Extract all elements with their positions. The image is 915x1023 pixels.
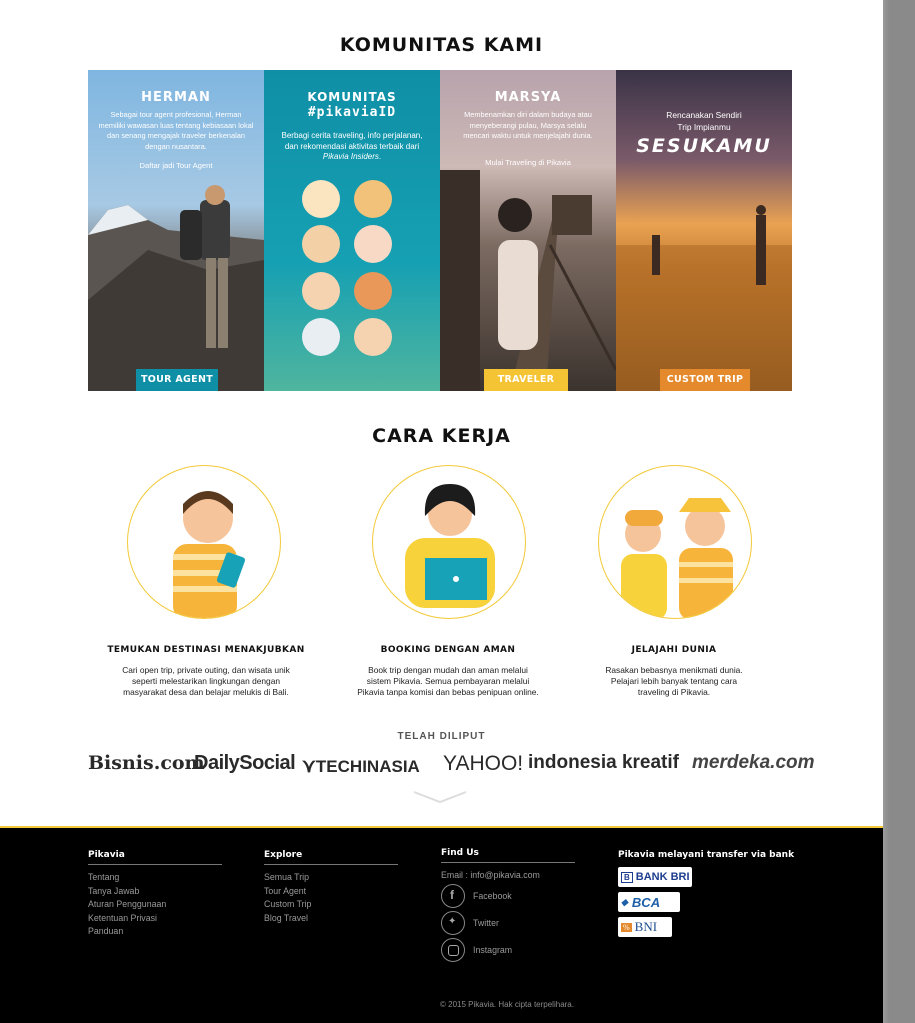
footer-link-tanya-jawab[interactable]: Tanya Jawab [88,885,222,899]
step-description: Cari open trip, private outing, dan wisa… [122,665,290,697]
become-agent-link[interactable]: Daftar jadi Tour Agent [88,161,264,170]
sesukamu-label: SESUKAMU [636,135,772,157]
plan-line-2: Trip Impianmu [677,122,731,132]
footer-link-tour-agent[interactable]: Tour Agent [264,885,398,899]
footer-link-aturan[interactable]: Aturan Penggunaan [88,898,222,912]
copyright: © 2015 Pikavia. Hak cipta terpelihara. [440,1000,574,1009]
card-description: Berbagi cerita traveling, info perjalana… [281,131,423,161]
avatar-glasses-icon [302,180,340,218]
card-marsya[interactable]: MARSYA Membenamkan diri dalam budaya ata… [440,70,616,391]
card-name: KOMUNITAS [307,90,397,104]
step-explore: JELAJAHI DUNIA Rasakan bebasnya menikmat… [554,465,794,705]
explore-illustration [598,465,752,619]
footer-heading: Find Us [441,848,575,863]
press-logo-dailysocial: DailySocial [194,752,296,774]
step-discover: TEMUKAN DESTINASI MENAKJUBKAN Cari open … [86,465,326,705]
hashtag-label: #pikaviaID [307,105,397,120]
step-title: JELAJAHI DUNIA [631,645,717,655]
instagram-icon [441,938,465,962]
card-custom-trip[interactable]: Rencanakan Sendiri Trip Impianmu SESUKAM… [616,70,792,391]
avatar-curly-icon [302,272,340,310]
footer-explore: Explore Semua Trip Tour Agent Custom Tri… [264,850,398,925]
footer-heading: Pikavia melayani transfer via bank [618,850,795,860]
avatar-boy-icon [302,225,340,263]
footer-link-panduan[interactable]: Panduan [88,925,222,939]
chevron-down-icon[interactable] [412,790,468,804]
bank-bca-logo: ◆ BCA [618,892,680,912]
step-description: Book trip dengan mudah dan aman melalui s… [357,665,539,697]
footer-link-blog[interactable]: Blog Travel [264,912,398,926]
page-edge-shadow [883,0,915,1023]
footer-heading: Pikavia [88,850,222,865]
page: KOMUNITAS KAMI HERMAN Sebagai tour agent… [0,0,883,1023]
twitter-label: Twitter [473,918,499,928]
footer-email-link[interactable]: Email : info@pikavia.com [441,869,575,883]
press-logo-indonesia-kreatif: indonesia kreatif [528,752,679,773]
community-cards: HERMAN Sebagai tour agent profesional, H… [88,70,792,391]
avatar-hat-icon [354,180,392,218]
card-name: MARSYA [494,90,562,105]
footer-link-semua-trip[interactable]: Semua Trip [264,871,398,885]
press-logo-techinasia: ⋎TECHINASIA [302,756,420,777]
card-herman[interactable]: HERMAN Sebagai tour agent profesional, H… [88,70,264,391]
community-title: KOMUNITAS KAMI [339,34,544,56]
instagram-label: Instagram [473,945,513,955]
step-description: Rasakan bebasnya menikmati dunia. Pelajar… [605,665,743,697]
footer-findus: Find Us Email : info@pikavia.com f Faceb… [441,848,575,964]
plan-line-1: Rencanakan Sendiri [666,110,742,120]
bank-bni-logo: % BNI [618,917,672,937]
footer-pikavia: Pikavia Tentang Tanya Jawab Aturan Pengg… [88,850,222,939]
discover-illustration [127,465,281,619]
footer-link-tentang[interactable]: Tentang [88,871,222,885]
footer-banks: Pikavia melayani transfer via bank B BANK… [618,850,798,937]
footer-link-custom-trip[interactable]: Custom Trip [264,898,398,912]
facebook-icon: f [441,884,465,908]
instagram-link[interactable]: Instagram [441,937,575,964]
bank-bri-logo: B BANK BRI [618,867,692,887]
step-title: BOOKING DENGAN AMAN [380,645,516,655]
card-name: HERMAN [141,90,211,105]
card-komunitas[interactable]: KOMUNITAS #pikaviaID Berbagi cerita trav… [264,70,440,391]
press-logo-merdeka: merdeka.com [692,752,815,773]
step-title: TEMUKAN DESTINASI MENAKJUBKAN [107,645,305,655]
card-description: Membenamkan diri dalam budaya atau menye… [463,110,593,140]
press-title: TELAH DILIPUT [397,731,486,742]
card-description: Sebagai tour agent profesional, Herman m… [98,110,254,151]
traveler-button[interactable]: TRAVELER [484,369,568,391]
press-logo-bisnis: Bisnis.com [88,752,205,774]
footer-heading: Explore [264,850,398,865]
tour-agent-button[interactable]: TOUR AGENT [136,369,218,391]
footer-link-privasi[interactable]: Ketentuan Privasi [88,912,222,926]
twitter-link[interactable]: ✦ Twitter [441,910,575,937]
globe-icon [302,318,340,356]
twitter-icon: ✦ [441,911,465,935]
compass-icon [354,225,392,263]
footer: Pikavia Tentang Tanya Jawab Aturan Pengg… [0,826,883,1023]
facebook-link[interactable]: f Facebook [441,883,575,910]
press-logo-yahoo: YAHOO! [443,752,524,775]
avatar-girl-icon [354,318,392,356]
start-traveling-link[interactable]: Mulai Traveling di Pikavia [440,158,616,167]
custom-trip-button[interactable]: CUSTOM TRIP [660,369,750,391]
booking-illustration [372,465,526,619]
facebook-label: Facebook [473,891,512,901]
how-title: CARA KERJA [372,425,511,447]
avatar-scarf-icon [354,272,392,310]
step-booking: BOOKING DENGAN AMAN Book trip dengan mud… [328,465,568,705]
